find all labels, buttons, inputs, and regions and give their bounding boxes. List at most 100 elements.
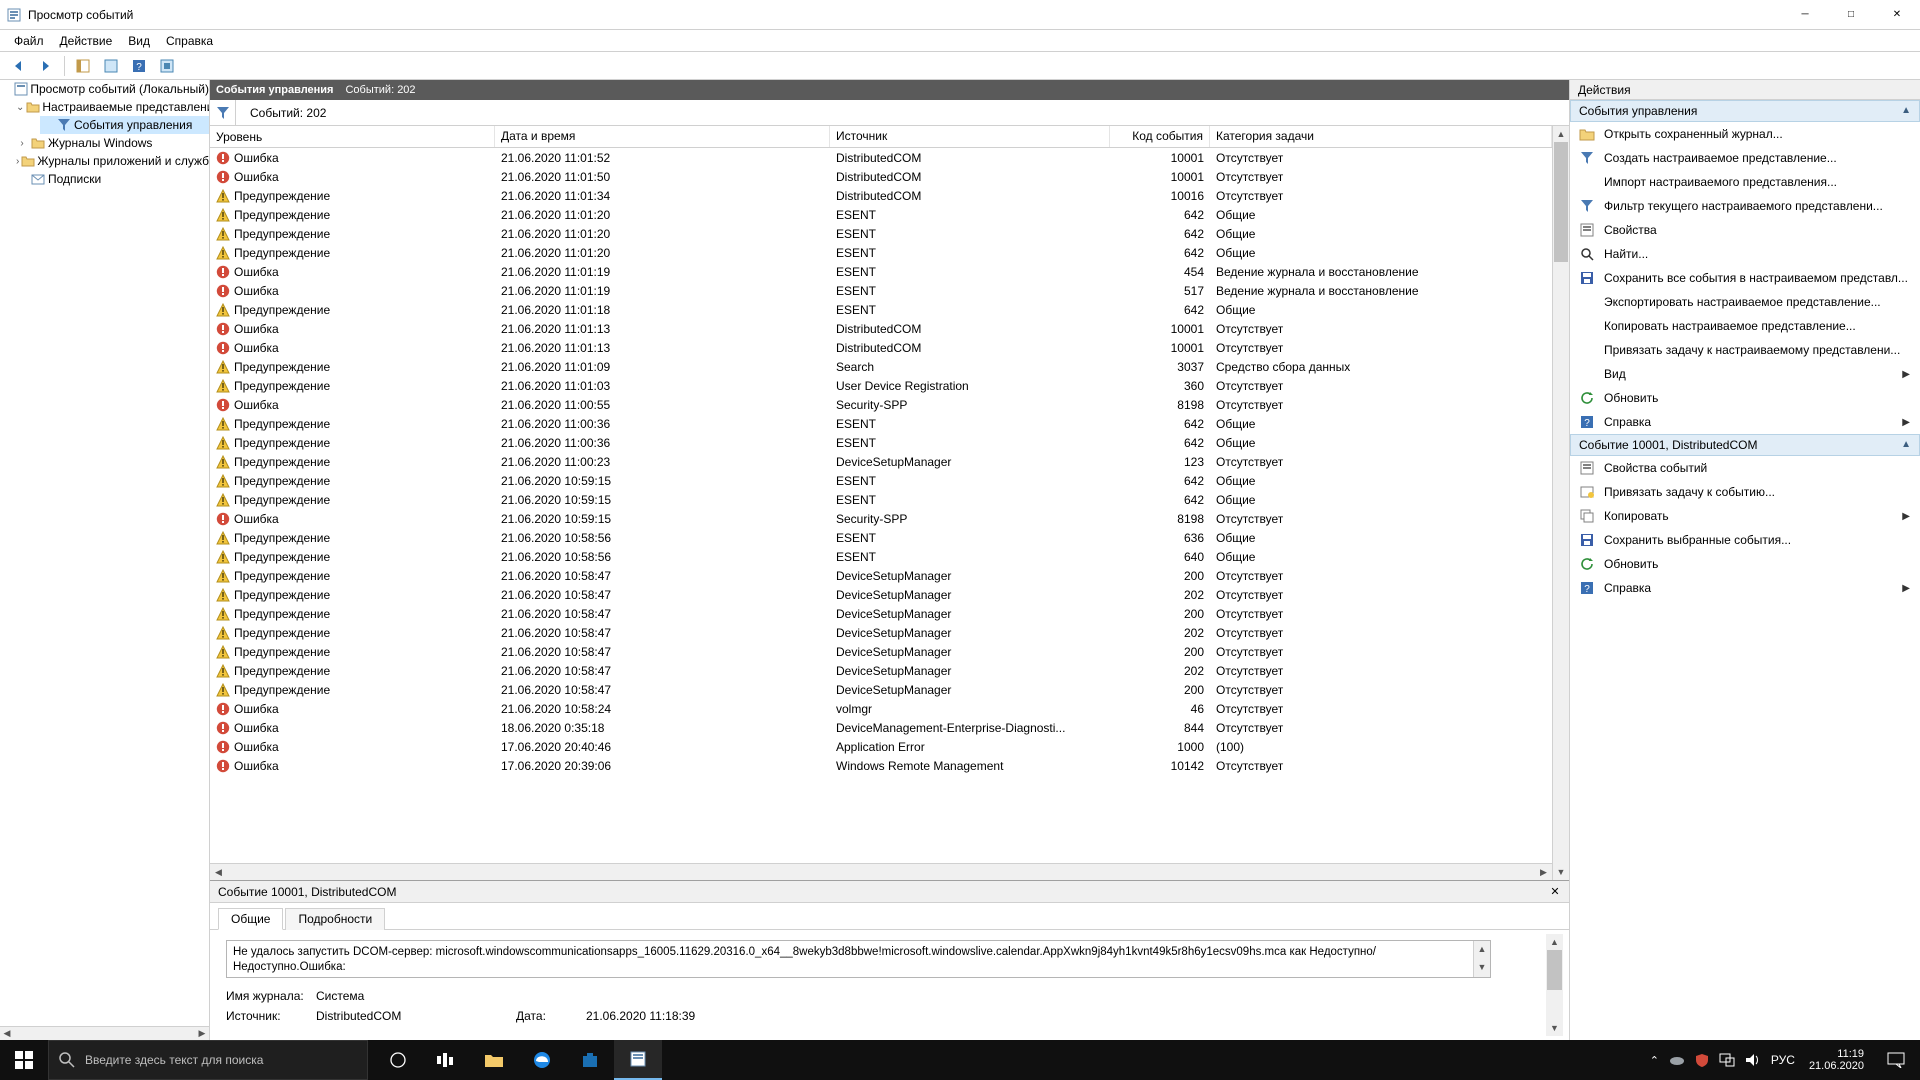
description-scrollbar[interactable]: ▲▼ [1473, 941, 1490, 977]
expand-icon[interactable]: › [16, 138, 28, 149]
table-row[interactable]: Предупреждение21.06.2020 11:00:23DeviceS… [210, 452, 1552, 471]
table-row[interactable]: Предупреждение21.06.2020 11:01:09Search3… [210, 357, 1552, 376]
tree-node-subscriptions[interactable]: Подписки [14, 170, 209, 188]
scroll-left-icon[interactable]: ◀ [210, 864, 227, 880]
table-row[interactable]: Предупреждение21.06.2020 10:58:47DeviceS… [210, 585, 1552, 604]
tray-chevron-up-icon[interactable]: ⌃ [1650, 1054, 1659, 1067]
scrollbar-thumb[interactable] [1554, 142, 1568, 262]
table-row[interactable]: Предупреждение21.06.2020 10:58:47DeviceS… [210, 661, 1552, 680]
detail-close-button[interactable]: ✕ [1547, 884, 1563, 900]
table-row[interactable]: Предупреждение21.06.2020 10:59:15ESENT64… [210, 490, 1552, 509]
table-row[interactable]: Предупреждение21.06.2020 10:58:47DeviceS… [210, 604, 1552, 623]
tree-root[interactable]: Просмотр событий (Локальный) [0, 80, 209, 98]
table-row[interactable]: Ошибка21.06.2020 11:01:19ESENT517Ведение… [210, 281, 1552, 300]
table-row[interactable]: Предупреждение21.06.2020 11:01:20ESENT64… [210, 205, 1552, 224]
expand-icon[interactable]: › [16, 156, 19, 167]
taskbar-explorer[interactable] [470, 1040, 518, 1080]
tab-details[interactable]: Подробности [285, 908, 385, 930]
table-row[interactable]: Предупреждение21.06.2020 11:00:36ESENT64… [210, 414, 1552, 433]
taskbar-clock[interactable]: 11:19 21.06.2020 [1801, 1048, 1872, 1072]
action-item[interactable]: Открыть сохраненный журнал... [1570, 122, 1920, 146]
tree-node-app-logs[interactable]: ›Журналы приложений и служб [14, 152, 209, 170]
scroll-right-icon[interactable]: ▶ [195, 1027, 209, 1041]
window-close-button[interactable]: ✕ [1874, 0, 1920, 30]
column-source[interactable]: Источник [830, 126, 1110, 147]
tab-general[interactable]: Общие [218, 908, 283, 930]
action-item[interactable]: Привязать задачу к событию... [1570, 480, 1920, 504]
action-item[interactable]: ?Справка▶ [1570, 410, 1920, 434]
start-button[interactable] [0, 1040, 48, 1080]
table-row[interactable]: Ошибка21.06.2020 11:01:13DistributedCOM1… [210, 319, 1552, 338]
action-item[interactable]: Копировать▶ [1570, 504, 1920, 528]
table-row[interactable]: Ошибка21.06.2020 11:00:55Security-SPP819… [210, 395, 1552, 414]
system-tray[interactable]: ⌃ РУС [1644, 1053, 1801, 1067]
taskbar-search[interactable]: Введите здесь текст для поиска [48, 1040, 368, 1080]
table-row[interactable]: Предупреждение21.06.2020 11:00:36ESENT64… [210, 433, 1552, 452]
table-row[interactable]: Ошибка21.06.2020 11:01:19ESENT454Ведение… [210, 262, 1552, 281]
table-row[interactable]: Предупреждение21.06.2020 10:58:47DeviceS… [210, 623, 1552, 642]
action-item[interactable]: Привязать задачу к настраиваемому предст… [1570, 338, 1920, 362]
toolbar-help-button[interactable]: ? [127, 54, 151, 78]
window-maximize-button[interactable]: □ [1828, 0, 1874, 30]
action-item[interactable]: Свойства событий [1570, 456, 1920, 480]
tray-network-icon[interactable] [1719, 1053, 1735, 1067]
taskbar-store[interactable] [566, 1040, 614, 1080]
toolbar-extra-button[interactable] [155, 54, 179, 78]
table-row[interactable]: Ошибка21.06.2020 10:59:15Security-SPP819… [210, 509, 1552, 528]
tray-volume-icon[interactable] [1745, 1053, 1761, 1067]
scroll-down-icon[interactable]: ▼ [1553, 864, 1569, 880]
taskbar-eventviewer[interactable] [614, 1040, 662, 1080]
action-item[interactable]: Вид▶ [1570, 362, 1920, 386]
column-datetime[interactable]: Дата и время [495, 126, 830, 147]
table-row[interactable]: Предупреждение21.06.2020 11:01:20ESENT64… [210, 243, 1552, 262]
nav-back-button[interactable] [6, 54, 30, 78]
table-row[interactable]: Ошибка17.06.2020 20:40:46Application Err… [210, 737, 1552, 756]
table-row[interactable]: Предупреждение21.06.2020 10:58:47DeviceS… [210, 642, 1552, 661]
table-row[interactable]: Ошибка21.06.2020 11:01:13DistributedCOM1… [210, 338, 1552, 357]
window-minimize-button[interactable]: ─ [1782, 0, 1828, 30]
menu-help[interactable]: Справка [158, 32, 221, 50]
column-level[interactable]: Уровень [210, 126, 495, 147]
scroll-right-icon[interactable]: ▶ [1535, 864, 1552, 880]
column-eventid[interactable]: Код события [1110, 126, 1210, 147]
taskview-button[interactable] [374, 1040, 422, 1080]
filter-icon[interactable] [210, 100, 236, 126]
action-item[interactable]: Сохранить все события в настраиваемом пр… [1570, 266, 1920, 290]
table-row[interactable]: Предупреждение21.06.2020 11:01:20ESENT64… [210, 224, 1552, 243]
action-item[interactable]: Импорт настраиваемого представления... [1570, 170, 1920, 194]
scroll-up-icon[interactable]: ▲ [1553, 126, 1569, 142]
action-item[interactable]: Найти... [1570, 242, 1920, 266]
table-row[interactable]: Предупреждение21.06.2020 10:58:56ESENT64… [210, 547, 1552, 566]
table-row[interactable]: Ошибка21.06.2020 11:01:50DistributedCOM1… [210, 167, 1552, 186]
grid-vertical-scrollbar[interactable]: ▲ ▼ [1552, 126, 1569, 880]
table-row[interactable]: Предупреждение21.06.2020 10:58:47DeviceS… [210, 680, 1552, 699]
scroll-left-icon[interactable]: ◀ [0, 1027, 14, 1041]
action-item[interactable]: Обновить [1570, 552, 1920, 576]
table-row[interactable]: Ошибка17.06.2020 20:39:06Windows Remote … [210, 756, 1552, 775]
action-item[interactable]: Свойства [1570, 218, 1920, 242]
toolbar-show-tree-button[interactable] [71, 54, 95, 78]
action-item[interactable]: Сохранить выбранные события... [1570, 528, 1920, 552]
taskbar-notifications[interactable] [1872, 1040, 1920, 1080]
detail-vertical-scrollbar[interactable]: ▲ ▼ [1546, 934, 1563, 1036]
scroll-down-icon[interactable]: ▼ [1546, 1020, 1563, 1036]
tray-language[interactable]: РУС [1771, 1053, 1795, 1067]
menu-action[interactable]: Действие [52, 32, 121, 50]
tree-node-custom-views[interactable]: ⌄ Настраиваемые представления [14, 98, 209, 116]
grid-horizontal-scrollbar[interactable]: ◀ ▶ [210, 863, 1552, 880]
action-item[interactable]: Копировать настраиваемое представление..… [1570, 314, 1920, 338]
toolbar-properties-button[interactable] [99, 54, 123, 78]
tree-node-windows-logs[interactable]: ›Журналы Windows [14, 134, 209, 152]
tree-node-admin-events[interactable]: События управления [40, 116, 209, 134]
menu-file[interactable]: Файл [6, 32, 52, 50]
table-row[interactable]: Ошибка18.06.2020 0:35:18DeviceManagement… [210, 718, 1552, 737]
table-row[interactable]: Предупреждение21.06.2020 10:58:56ESENT63… [210, 528, 1552, 547]
table-row[interactable]: Предупреждение21.06.2020 10:59:15ESENT64… [210, 471, 1552, 490]
table-row[interactable]: Предупреждение21.06.2020 11:01:34Distrib… [210, 186, 1552, 205]
actions-group2-header[interactable]: Событие 10001, DistributedCOM ▲ [1570, 434, 1920, 456]
taskbar-edge[interactable] [518, 1040, 566, 1080]
taskbar-cortana-button[interactable] [422, 1040, 470, 1080]
menu-view[interactable]: Вид [120, 32, 158, 50]
table-row[interactable]: Ошибка21.06.2020 11:01:52DistributedCOM1… [210, 148, 1552, 167]
action-item[interactable]: Фильтр текущего настраиваемого представл… [1570, 194, 1920, 218]
